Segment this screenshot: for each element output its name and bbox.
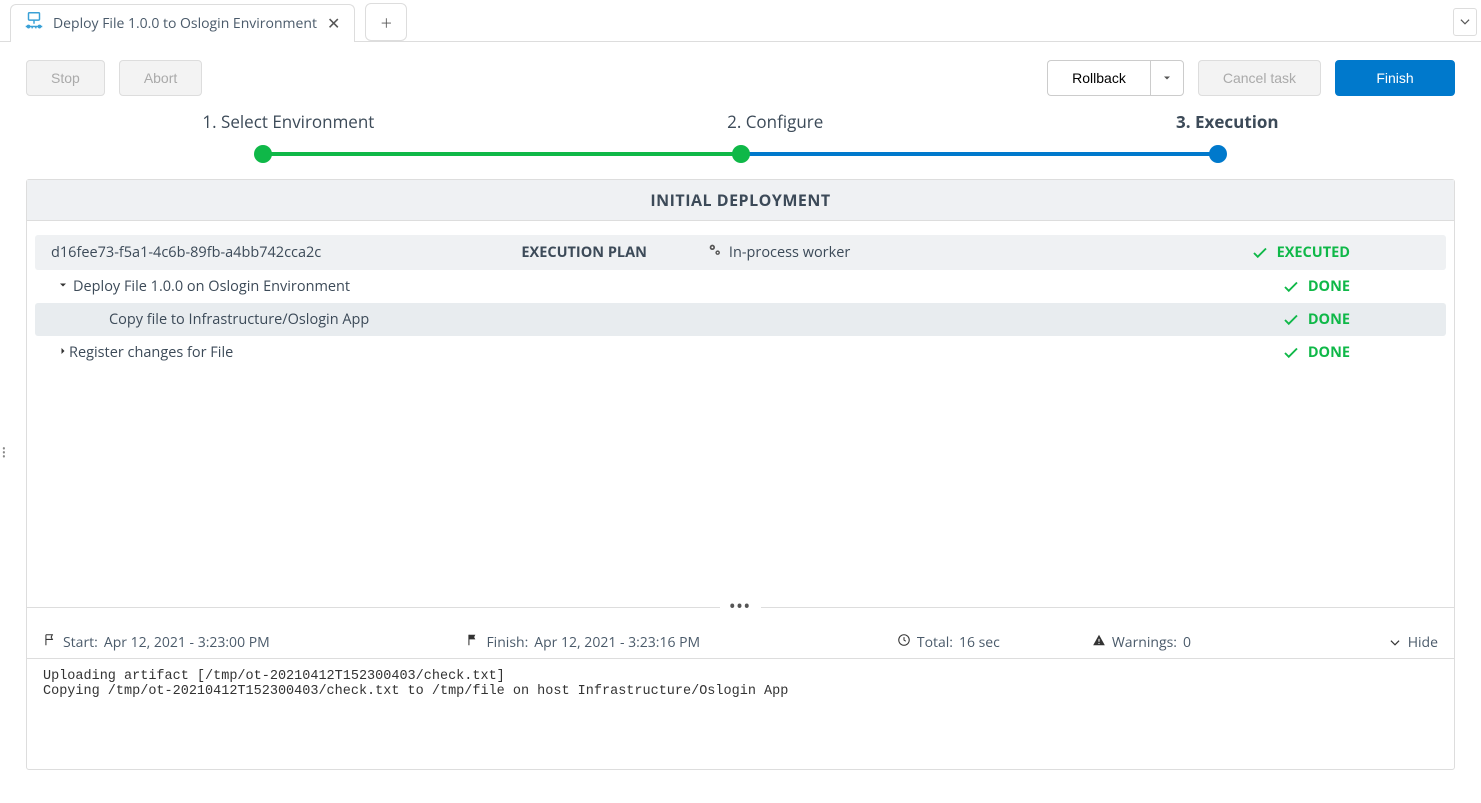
panel-title: INITIAL DEPLOYMENT xyxy=(27,180,1454,221)
plan-spacer xyxy=(35,369,1446,599)
cancel-task-button: Cancel task xyxy=(1198,60,1321,96)
plan-row-label: Register changes for File xyxy=(69,343,233,362)
stepper-line xyxy=(256,141,1225,165)
add-tab-button[interactable]: + xyxy=(365,3,407,41)
caret-right-icon[interactable] xyxy=(57,343,69,362)
plan-row-copy-file[interactable]: Copy file to Infrastructure/Oslogin App … xyxy=(35,303,1446,336)
hide-log-button[interactable]: Hide xyxy=(1388,633,1438,652)
log-output: Uploading artifact [/tmp/ot-20210412T152… xyxy=(27,659,1454,769)
plan-row-label: Copy file to Infrastructure/Oslogin App xyxy=(109,310,369,329)
chevron-down-icon xyxy=(1458,15,1472,29)
warning-icon xyxy=(1092,633,1106,652)
log-meta: Start: Apr 12, 2021 - 3:23:00 PM Finish:… xyxy=(27,627,1454,659)
step-dot-1 xyxy=(254,145,272,163)
meta-finish: Finish: Apr 12, 2021 - 3:23:16 PM xyxy=(466,633,700,652)
content-area: Stop Abort Rollback Cancel task Finish 1… xyxy=(0,42,1481,770)
rollback-dropdown[interactable] xyxy=(1150,60,1184,96)
clock-icon xyxy=(897,633,911,652)
caret-down-icon[interactable] xyxy=(57,277,73,296)
deployment-panel: INITIAL DEPLOYMENT d16fee73-f5a1-4c6b-89… xyxy=(26,179,1455,770)
check-icon xyxy=(1282,311,1300,329)
meta-total: Total: 16 sec xyxy=(897,633,1000,652)
status-done: DONE xyxy=(1282,343,1430,362)
plan-row-register[interactable]: Register changes for File DONE xyxy=(35,336,1446,369)
check-icon xyxy=(1282,278,1300,296)
log-divider[interactable]: ••• xyxy=(27,607,1454,627)
status-done: DONE xyxy=(1282,277,1430,296)
abort-button: Abort xyxy=(119,60,202,96)
meta-start: Start: Apr 12, 2021 - 3:23:00 PM xyxy=(43,633,270,652)
plan-row-label: Deploy File 1.0.0 on Oslogin Environment xyxy=(73,277,350,296)
plan-row-deploy[interactable]: Deploy File 1.0.0 on Oslogin Environment… xyxy=(35,270,1446,303)
tabs-overflow-button[interactable] xyxy=(1453,8,1477,36)
step-execution[interactable]: 3. Execution xyxy=(1176,110,1279,133)
rollback-button-group: Rollback xyxy=(1047,60,1184,96)
caret-down-icon xyxy=(1161,72,1173,84)
deploy-icon xyxy=(23,10,45,37)
flag-start-icon xyxy=(43,633,57,652)
tabs-bar: Deploy File 1.0.0 to Oslogin Environment… xyxy=(0,0,1481,42)
step-dot-2 xyxy=(732,145,750,163)
gears-icon xyxy=(707,242,723,263)
flag-finish-icon xyxy=(466,633,480,652)
finish-button[interactable]: Finish xyxy=(1335,60,1455,96)
close-icon[interactable]: ✕ xyxy=(325,12,342,34)
status-done: DONE xyxy=(1282,310,1430,329)
check-icon xyxy=(1251,244,1269,262)
side-panel-handle[interactable]: ••• xyxy=(2,446,6,458)
chevron-down-icon xyxy=(1388,636,1402,650)
step-select-environment[interactable]: 1. Select Environment xyxy=(202,110,374,133)
toolbar: Stop Abort Rollback Cancel task Finish xyxy=(26,60,1455,96)
status-executed: EXECUTED xyxy=(1251,243,1430,262)
check-icon xyxy=(1282,344,1300,362)
stop-button: Stop xyxy=(26,60,105,96)
worker-label: In-process worker xyxy=(729,243,850,262)
drag-handle-icon[interactable]: ••• xyxy=(720,597,762,616)
rollback-button[interactable]: Rollback xyxy=(1047,60,1150,96)
tab-deploy[interactable]: Deploy File 1.0.0 to Oslogin Environment… xyxy=(10,4,355,42)
step-dot-3 xyxy=(1209,145,1227,163)
worker-info: In-process worker xyxy=(707,242,850,263)
meta-warnings: Warnings: 0 xyxy=(1092,633,1191,652)
plan-header-row: d16fee73-f5a1-4c6b-89fb-a4bb742cca2c EXE… xyxy=(35,235,1446,270)
step-configure[interactable]: 2. Configure xyxy=(727,110,823,133)
stepper: 1. Select Environment 2. Configure 3. Ex… xyxy=(26,110,1455,133)
plan-area: d16fee73-f5a1-4c6b-89fb-a4bb742cca2c EXE… xyxy=(27,221,1454,607)
exec-plan-label: EXECUTION PLAN xyxy=(521,243,647,262)
tab-label: Deploy File 1.0.0 to Oslogin Environment xyxy=(53,14,317,33)
plan-id: d16fee73-f5a1-4c6b-89fb-a4bb742cca2c xyxy=(51,243,321,262)
